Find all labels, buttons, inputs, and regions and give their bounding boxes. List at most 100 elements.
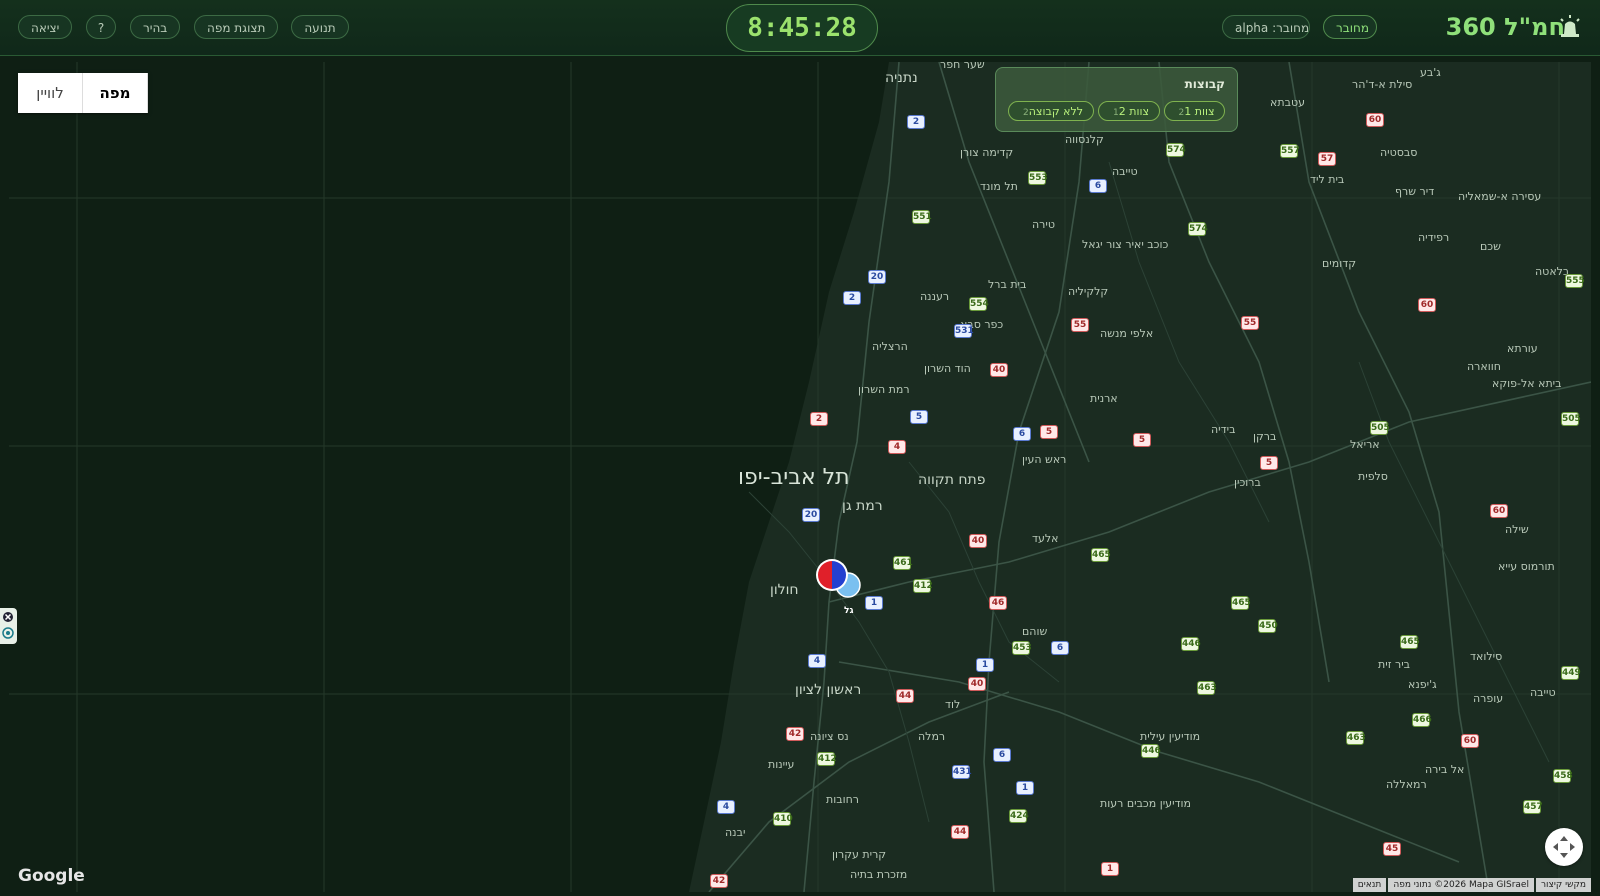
road-shield: 5 [1260, 456, 1278, 470]
road-shield: 2 [843, 291, 861, 305]
city-label: ג'בע [1420, 66, 1441, 79]
movement-button[interactable]: תנועה [291, 15, 349, 39]
road-shield: 44 [951, 825, 969, 839]
city-label: סילת א-ד'הר [1352, 78, 1413, 91]
road-shield: 6 [1051, 641, 1069, 655]
road-shield: 1 [1016, 781, 1034, 795]
city-label: חולון [770, 582, 799, 598]
road-shield: 6 [993, 748, 1011, 762]
city-label: ארנית [1090, 392, 1118, 405]
group-label: ללא קבוצה [1028, 105, 1083, 118]
road-shield: 42 [710, 874, 728, 888]
city-label: סבסטיה [1380, 146, 1418, 159]
road-shield: 5 [910, 410, 928, 424]
city-label: אל בירה [1425, 763, 1465, 776]
app-brand: חמ"ל 360 [1445, 13, 1565, 41]
view-toggle: לוויין מפה [18, 73, 148, 113]
theme-button[interactable]: בהיר [130, 15, 180, 39]
attribution-terms[interactable]: תנאים [1352, 878, 1387, 892]
city-label: יבנה [725, 826, 746, 839]
map-view-button[interactable]: תצוגת מפה [194, 15, 278, 39]
road-shield: 5 [1040, 425, 1058, 439]
fullscreen-button[interactable] [1545, 828, 1583, 866]
city-label: קרית עקרון [832, 848, 887, 861]
map-attribution: תנאים נתוני מפה ‎©2026 Mapa GISrael מקשי… [1351, 878, 1591, 892]
road-shield: 40 [969, 534, 987, 548]
road-shield: 20 [868, 270, 886, 284]
road-shield: 20 [802, 508, 820, 522]
group-chip-ungrouped[interactable]: 2ללא קבוצה [1008, 101, 1094, 121]
road-shield: 424 [1009, 809, 1029, 823]
road-shield: 42 [786, 727, 804, 741]
city-label: אלעד [1032, 532, 1059, 545]
city-label: קדימה צורן [960, 146, 1014, 159]
city-label: רפידיה [1418, 231, 1450, 244]
road-shield: 574 [1188, 222, 1208, 236]
fullscreen-icon [1553, 836, 1575, 858]
road-shield: 553 [1028, 171, 1048, 185]
road-shield: 465 [1091, 548, 1111, 562]
road-shield: 505 [1561, 412, 1581, 426]
close-icon[interactable] [3, 612, 13, 622]
city-label: קלקיליה [1068, 285, 1109, 298]
road-shield: 531 [954, 324, 974, 338]
refresh-icon[interactable] [2, 627, 14, 639]
city-label: בית ברל [988, 278, 1027, 291]
side-panel-handle[interactable] [0, 608, 17, 644]
city-label: ביתא אל-פוקא [1492, 377, 1562, 390]
city-label: רמאללה [1386, 778, 1427, 791]
group-chip-team1[interactable]: 2צוות 1 [1164, 101, 1225, 121]
road-shield: 457 [1523, 800, 1543, 814]
attribution-data: נתוני מפה ‎©2026 Mapa GISrael [1388, 878, 1534, 892]
city-label: שוהם [1022, 625, 1048, 638]
city-label: נתניה [885, 70, 918, 86]
road-shield: 4 [717, 800, 735, 814]
road-shield: 463 [1346, 731, 1366, 745]
road-shield: 1 [1101, 862, 1119, 876]
road-shield: 505 [1370, 421, 1390, 435]
city-label: רמת גן [842, 498, 883, 514]
city-label: שילה [1505, 523, 1529, 536]
group-chip-team2[interactable]: 1צוות 2 [1098, 101, 1160, 121]
road-shield: 453 [1012, 641, 1032, 655]
attribution-shortcuts[interactable]: מקשי קיצור [1535, 878, 1591, 892]
city-label: תל מונד [980, 180, 1018, 193]
groups-panel: קבוצות 2צוות 1 1צוות 2 2ללא קבוצה [995, 67, 1238, 132]
road-shield: 45 [1383, 842, 1401, 856]
marker-label: גל [844, 606, 854, 616]
city-label: פתח תקווה [918, 472, 986, 488]
city-label: בידיה [1211, 423, 1236, 436]
road-shield: 44 [896, 689, 914, 703]
connected-user: alpha :מחובר [1222, 15, 1310, 39]
city-label: רמת השרון [858, 383, 910, 396]
logout-button[interactable]: יציאה [18, 15, 72, 39]
city-label: נס ציונה [810, 730, 849, 743]
city-label: ג'יפנא [1408, 678, 1437, 691]
road-shield: 446 [1181, 637, 1201, 651]
map-view-toggle-button[interactable]: מפה [83, 73, 148, 113]
city-label: ברוכין [1234, 476, 1261, 489]
road-shield: 449 [1561, 666, 1581, 680]
groups-title: קבוצות [1184, 77, 1225, 91]
road-shield: 46 [989, 596, 1007, 610]
city-label: ראש העין [1022, 453, 1067, 466]
city-label: ברקן [1253, 430, 1277, 443]
road-shield: 60 [1418, 298, 1436, 312]
satellite-view-button[interactable]: לוויין [18, 73, 83, 113]
help-button[interactable]: ? [86, 15, 116, 39]
group-label: צוות 1 [1184, 105, 1215, 118]
road-shield: 461 [893, 556, 913, 570]
city-label: בית ליד [1310, 173, 1345, 186]
city-label: לוד [945, 698, 961, 711]
city-label: עסירה א-שמאליה [1458, 190, 1542, 203]
road-shield: 554 [969, 297, 989, 311]
road-shield: 40 [990, 363, 1008, 377]
road-shield: 458 [1553, 769, 1573, 783]
city-label: אריאל [1350, 438, 1380, 451]
road-shield: 4 [888, 440, 906, 454]
road-shield: 1 [976, 658, 994, 672]
unit-marker[interactable] [812, 557, 868, 603]
road-shield: 465 [1231, 596, 1251, 610]
city-label: ביר זית [1378, 658, 1411, 671]
city-label: עורתא [1507, 342, 1538, 355]
